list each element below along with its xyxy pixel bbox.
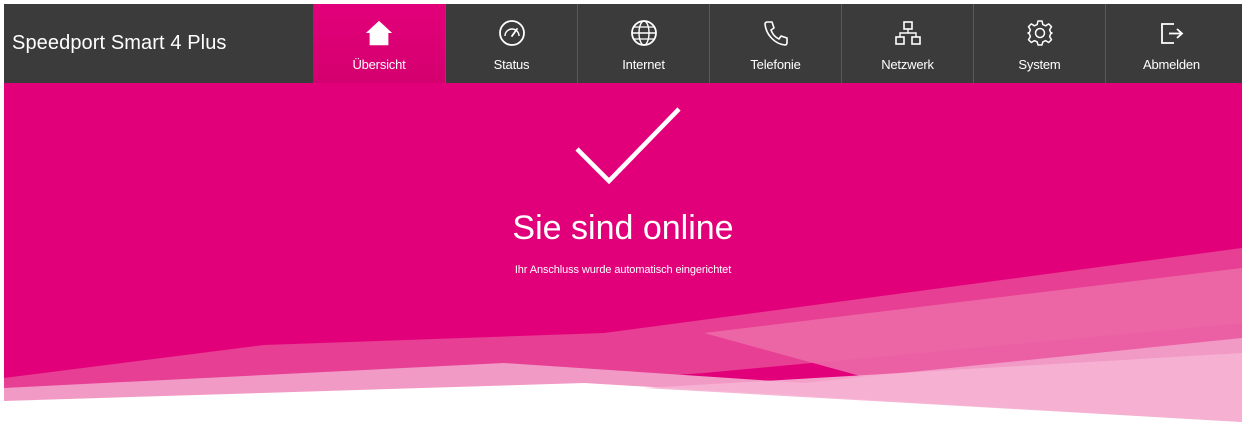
nav-item-system[interactable]: System — [973, 4, 1105, 83]
nav-item-abmelden[interactable]: Abmelden — [1105, 4, 1237, 83]
nav-item-label: Internet — [622, 57, 665, 72]
nav-item-uebersicht[interactable]: Übersicht — [313, 4, 445, 83]
checkmark-icon — [575, 107, 681, 185]
router-ui: Speedport Smart 4 Plus Übersicht Status … — [4, 4, 1242, 422]
nav-item-internet[interactable]: Internet — [577, 4, 709, 83]
nav-item-label: Netzwerk — [881, 57, 934, 72]
top-navigation-bar: Speedport Smart 4 Plus Übersicht Status … — [4, 4, 1242, 83]
speedometer-icon — [497, 18, 527, 48]
online-headline: Sie sind online — [512, 209, 734, 247]
main-nav: Übersicht Status Internet Telefonie Netz… — [313, 4, 1237, 83]
nav-item-status[interactable]: Status — [445, 4, 577, 83]
nav-item-netzwerk[interactable]: Netzwerk — [841, 4, 973, 83]
globe-icon — [629, 18, 659, 48]
nav-item-label: Abmelden — [1143, 57, 1200, 72]
nav-item-label: Status — [493, 57, 530, 72]
nav-item-label: Übersicht — [352, 57, 406, 72]
online-subline: Ihr Anschluss wurde automatisch eingeric… — [514, 264, 732, 276]
logout-icon — [1157, 18, 1187, 48]
nav-item-label: System — [1018, 57, 1061, 72]
phone-icon — [761, 18, 791, 48]
network-icon — [893, 18, 923, 48]
gear-icon — [1025, 18, 1055, 48]
brand-title: Speedport Smart 4 Plus — [12, 32, 227, 54]
nav-item-label: Telefonie — [750, 57, 801, 72]
home-icon — [364, 18, 394, 48]
nav-item-telefonie[interactable]: Telefonie — [709, 4, 841, 83]
online-status-banner: Sie sind online Ihr Anschluss wurde auto… — [4, 83, 1242, 422]
